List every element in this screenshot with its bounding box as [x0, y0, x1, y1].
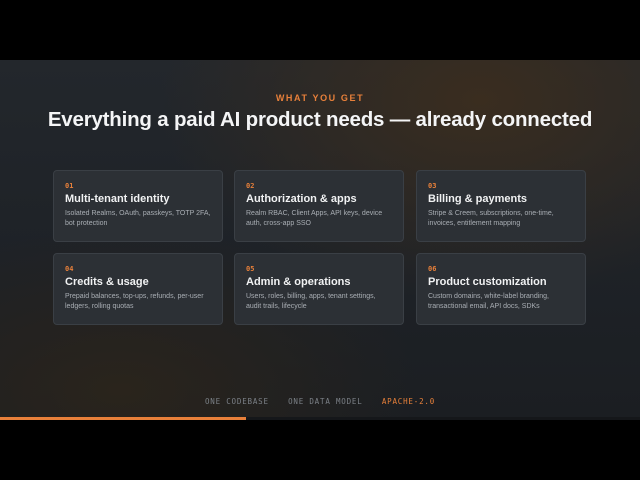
card-title: Credits & usage — [65, 276, 149, 288]
feature-card-admin-operations: 05 Admin & operations Users, roles, bill… — [234, 253, 404, 325]
footer-item-license: APACHE-2.0 — [381, 397, 436, 406]
card-title: Product customization — [428, 276, 547, 288]
card-title: Admin & operations — [246, 276, 351, 288]
card-description: Custom domains, white-label branding, tr… — [428, 293, 550, 310]
footer-item-data-model: ONE DATA MODEL — [288, 397, 363, 406]
footer-tagline: ONE CODEBASE ONE DATA MODEL APACHE-2.0 — [0, 397, 640, 406]
card-number: 03 — [428, 182, 437, 190]
card-number: 02 — [246, 182, 255, 190]
page-title: Everything a paid AI product needs — alr… — [47, 108, 593, 131]
feature-card-product-customization: 06 Product customization Custom domains,… — [416, 253, 586, 325]
feature-card-billing-payments: 03 Billing & payments Stripe & Creem, su… — [416, 170, 586, 242]
card-number: 06 — [428, 265, 437, 273]
section-kicker: WHAT YOU GET — [275, 93, 365, 103]
card-title: Multi-tenant identity — [65, 193, 170, 205]
video-progress-bar[interactable] — [0, 417, 640, 420]
card-title: Authorization & apps — [246, 193, 357, 205]
card-description: Realm RBAC, Client Apps, API keys, devic… — [246, 210, 383, 227]
card-description: Users, roles, billing, apps, tenant sett… — [246, 293, 376, 310]
card-description: Prepaid balances, top-ups, refunds, per-… — [65, 293, 204, 310]
card-number: 01 — [65, 182, 74, 190]
card-title: Billing & payments — [428, 193, 528, 205]
card-description: Stripe & Creem, subscriptions, one-time,… — [428, 210, 554, 227]
video-progress-fill — [0, 417, 247, 420]
card-description: Isolated Realms, OAuth, passkeys, TOTP 2… — [65, 210, 211, 227]
feature-card-credits-usage: 04 Credits & usage Prepaid balances, top… — [53, 253, 223, 325]
footer-item-codebase: ONE CODEBASE — [204, 397, 269, 406]
feature-card-authorization-apps: 02 Authorization & apps Realm RBAC, Clie… — [234, 170, 404, 242]
feature-card-multi-tenant-identity: 01 Multi-tenant identity Isolated Realms… — [53, 170, 223, 242]
slide: WHAT YOU GET Everything a paid AI produc… — [0, 60, 640, 420]
card-number: 04 — [65, 265, 74, 273]
card-number: 05 — [246, 265, 255, 273]
